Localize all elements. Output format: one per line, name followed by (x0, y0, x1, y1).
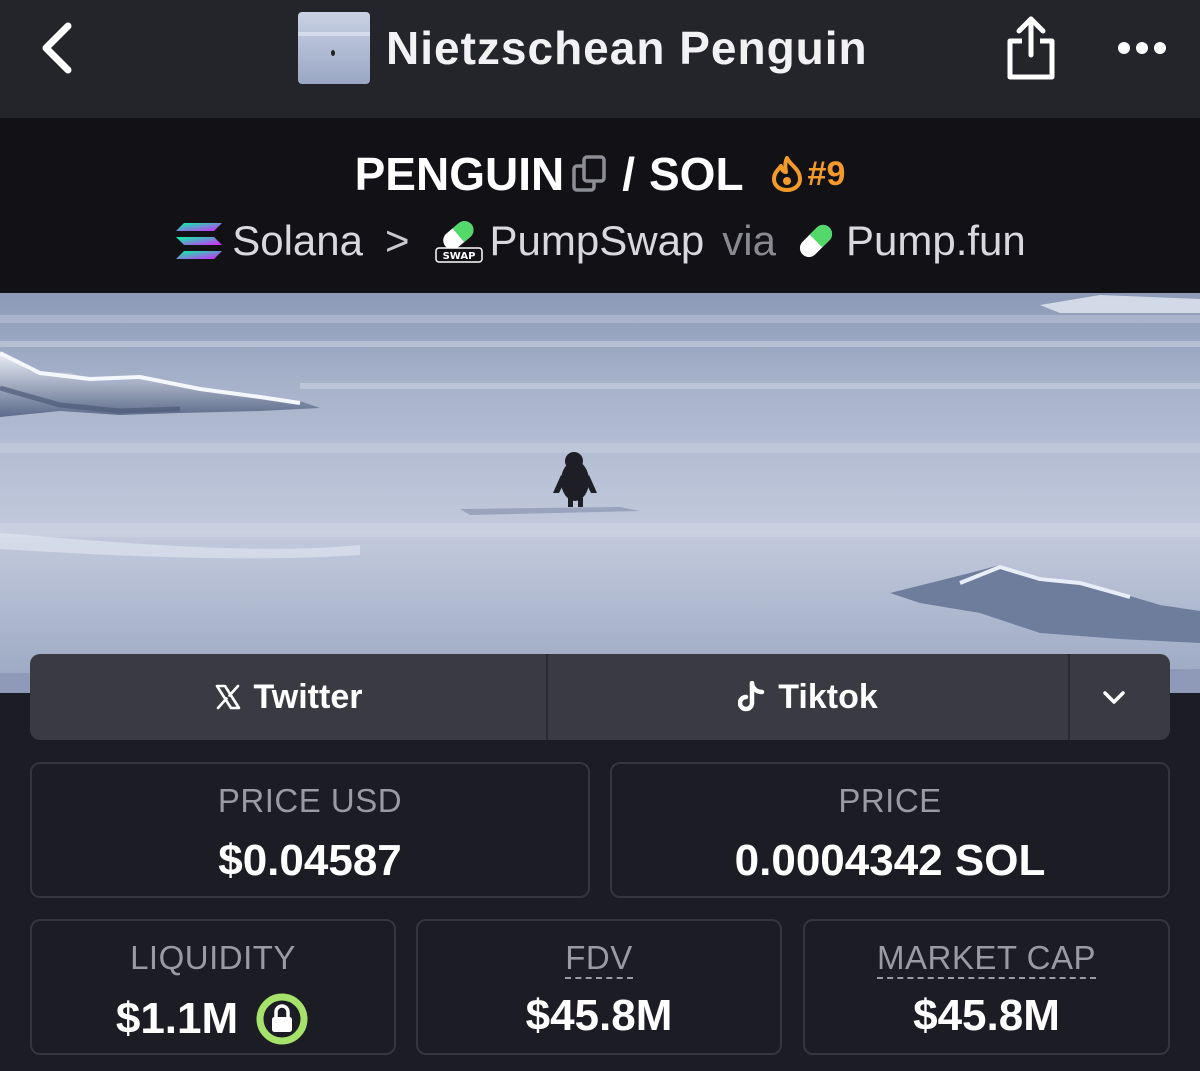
dex-pumpswap[interactable]: SWAP PumpSwap (434, 217, 705, 265)
price-usd-value: $0.04587 (218, 836, 402, 885)
solana-icon (176, 223, 223, 259)
share-icon (1007, 16, 1055, 80)
dex-name: PumpSwap (489, 217, 705, 264)
tiktok-label: Tiktok (778, 677, 878, 716)
page-title: Nietzschean Penguin (386, 22, 868, 74)
token-thumbnail (298, 12, 370, 84)
share-button[interactable] (998, 12, 1064, 84)
chevron-left-icon (42, 22, 72, 74)
liquidity-value-row: $1.1M (32, 991, 394, 1047)
more-options-button[interactable] (1112, 26, 1172, 70)
social-links-bar: Twitter Tiktok (30, 654, 1170, 740)
trending-rank-badge[interactable]: #9 (770, 154, 846, 194)
liquidity-card: LIQUIDITY $1.1M (30, 919, 396, 1055)
more-links-dropdown[interactable] (1070, 654, 1170, 740)
flame-icon (771, 156, 802, 192)
pair-header: PENGUIN / SOL #9 Solana > SWAP PumpSwap … (0, 118, 1200, 293)
trending-rank: #9 (807, 154, 846, 193)
price-usd-label: PRICE USD (217, 782, 403, 819)
liquidity-label: LIQUIDITY (130, 939, 296, 976)
price-native-label: PRICE (838, 782, 942, 819)
via-label: via (722, 217, 776, 264)
breadcrumb-separator: > (384, 217, 410, 264)
market-cap-value: $45.8M (913, 991, 1060, 1040)
token-banner-image (0, 293, 1200, 693)
pumpswap-icon: SWAP (434, 221, 483, 263)
fdv-card: FDV $45.8M (416, 919, 782, 1055)
chevron-down-icon (1103, 691, 1125, 704)
fdv-value: $45.8M (525, 991, 673, 1040)
base-token-symbol: PENGUIN (354, 148, 565, 200)
quote-token-symbol: SOL (648, 148, 744, 200)
chain-solana[interactable]: Solana (174, 217, 363, 265)
copy-icon[interactable] (572, 154, 608, 194)
tiktok-link-button[interactable]: Tiktok (548, 654, 1070, 740)
x-logo-icon (215, 684, 240, 710)
pill-icon (799, 224, 833, 258)
liquidity-lock-icon[interactable] (254, 991, 310, 1047)
price-usd-card: PRICE USD $0.04587 (30, 762, 590, 898)
market-cap-label[interactable]: MARKET CAP (877, 939, 1096, 979)
pair-line: PENGUIN / SOL #9 (0, 146, 1200, 202)
tiktok-logo-icon (738, 681, 765, 712)
launchpad-name: Pump.fun (846, 217, 1026, 264)
twitter-label: Twitter (253, 677, 363, 716)
title-group: Nietzschean Penguin (298, 12, 868, 84)
pumpswap-badge: SWAP (442, 251, 475, 262)
market-cap-label-wrap: MARKET CAP (805, 939, 1168, 979)
chain-breadcrumb: Solana > SWAP PumpSwap via Pump.fun (0, 213, 1200, 269)
back-button[interactable] (28, 18, 88, 78)
fdv-label[interactable]: FDV (565, 939, 633, 979)
liquidity-value: $1.1M (115, 994, 239, 1043)
market-cap-card: MARKET CAP $45.8M (803, 919, 1170, 1055)
chain-name: Solana (232, 217, 363, 264)
twitter-link-button[interactable]: Twitter (30, 654, 548, 740)
pair-separator: / (622, 148, 635, 200)
price-native-card: PRICE 0.0004342 SOL (610, 762, 1170, 898)
fdv-label-wrap: FDV (418, 939, 780, 979)
launchpad-pumpfun[interactable]: Pump.fun (794, 217, 1026, 265)
more-horizontal-icon (1118, 42, 1166, 54)
price-native-value: 0.0004342 SOL (734, 836, 1046, 885)
top-navigation-bar: Nietzschean Penguin (0, 0, 1200, 118)
